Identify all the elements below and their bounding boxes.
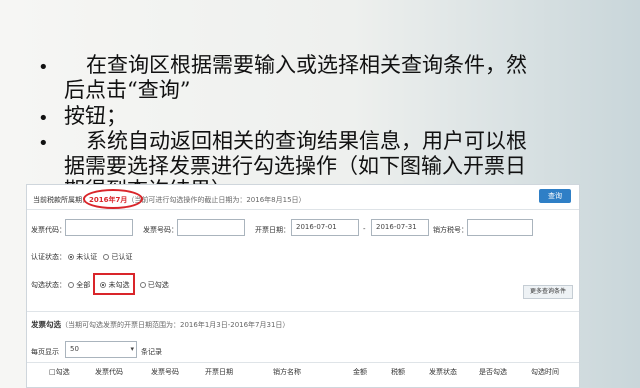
table-header-top <box>27 362 579 363</box>
radio-unauthenticated[interactable] <box>68 254 75 260</box>
section-title: 发票勾选 <box>31 320 61 329</box>
col-invoice-code: 发票代码 <box>95 368 123 376</box>
auth-option-2: 已认证 <box>111 253 133 261</box>
radio-all[interactable] <box>68 282 75 288</box>
tax-period-note: （当前可进行勾选操作的截止日期为：2016年8月15日） <box>127 196 306 204</box>
check-option-all: 全部 <box>76 281 91 289</box>
date-to-input[interactable]: 2016-07-31 <box>371 219 429 236</box>
bullet-2-line-1: 按钮； <box>64 104 127 128</box>
date-separator: - <box>363 225 366 233</box>
date-label: 开票日期： <box>255 226 290 234</box>
bullet-marker: • <box>38 108 49 129</box>
check-option-checked: 已勾选 <box>147 281 169 289</box>
col-invoice-status: 发票状态 <box>429 368 457 376</box>
invoice-number-input[interactable] <box>177 219 245 236</box>
highlight-rect <box>93 273 135 295</box>
section-header: 发票勾选（当期可勾选发票的开票日期范围为：2016年1月3日-2016年7月31… <box>31 319 289 330</box>
col-is-checked: 是否勾选 <box>479 368 507 376</box>
col-check-time: 勾选时间 <box>531 368 559 376</box>
bullet-1-line-1: 在查询区根据需要输入或选择相关查询条件，然 <box>86 53 527 77</box>
per-page-label: 每页显示 <box>31 348 59 356</box>
col-seller-name: 销方名称 <box>273 368 301 376</box>
query-button[interactable]: 查询 <box>539 189 571 203</box>
invoice-code-label: 发票代码： <box>31 226 66 234</box>
chevron-down-icon: ▾ <box>130 345 134 353</box>
radio-checked[interactable] <box>139 282 146 288</box>
bullet-3-line-2: 据需要选择发票进行勾选操作（如下图输入开票日 <box>64 154 526 178</box>
seller-tax-label: 销方税号： <box>433 226 468 234</box>
tax-period: 当前税款所属期：2016年7月（当前可进行勾选操作的截止日期为：2016年8月1… <box>33 195 306 205</box>
auth-status-label: 认证状态： <box>31 253 66 261</box>
check-status-label: 勾选状态： <box>31 281 66 289</box>
per-page-select[interactable]: 50 ▾ <box>65 341 137 358</box>
divider <box>27 311 579 312</box>
invoice-query-screenshot: 当前税款所属期：2016年7月（当前可进行勾选操作的截止日期为：2016年8月1… <box>26 184 580 388</box>
bullet-marker: • <box>38 133 49 154</box>
col-amount: 金额 <box>353 368 367 376</box>
auth-status-group: 认证状态： 未认证 已认证 <box>31 252 132 262</box>
col-invoice-date: 开票日期 <box>205 368 233 376</box>
divider <box>27 209 579 210</box>
seller-tax-input[interactable] <box>467 219 533 236</box>
per-page-suffix: 条记录 <box>141 348 162 356</box>
tax-period-label: 当前税款所属期： <box>33 196 89 204</box>
bullet-1-line-2: 后点击“查询” <box>64 78 191 102</box>
per-page-value: 50 <box>70 345 79 353</box>
col-invoice-number: 发票号码 <box>151 368 179 376</box>
date-from-input[interactable]: 2016-07-01 <box>291 219 359 236</box>
more-conditions-button[interactable]: 更多查询条件 <box>523 285 573 299</box>
slide-bullets: • 在查询区根据需要输入或选择相关查询条件，然 后点击“查询” • 按钮； • … <box>0 0 640 202</box>
auth-option-1: 未认证 <box>76 253 98 261</box>
highlight-oval <box>83 189 143 209</box>
bullet-3-line-1: 系统自动返回相关的查询结果信息，用户可以根 <box>86 129 527 153</box>
section-note: （当期可勾选发票的开票日期范围为：2016年1月3日-2016年7月31日） <box>61 321 290 329</box>
bullet-marker: • <box>38 57 49 78</box>
col-tax: 税额 <box>391 368 405 376</box>
invoice-code-input[interactable] <box>65 219 133 236</box>
invoice-number-label: 发票号码： <box>143 226 178 234</box>
col-check[interactable]: □勾选 <box>49 367 70 377</box>
radio-authenticated[interactable] <box>103 254 110 260</box>
